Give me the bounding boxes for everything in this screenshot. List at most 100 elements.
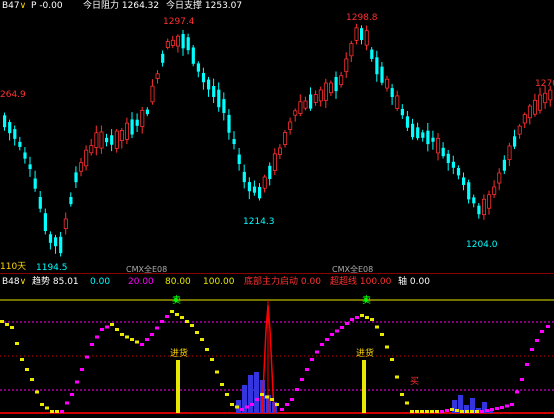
trend-step	[255, 398, 259, 401]
buy-signal: 买	[410, 377, 420, 387]
trend-step	[160, 320, 164, 323]
trend-step	[0, 320, 4, 323]
trend-step	[10, 326, 14, 329]
trend-step	[125, 335, 129, 339]
volume-bar	[254, 372, 259, 413]
support-label: 今日支撑	[166, 1, 203, 11]
overbought-readout: 超超线 100.00	[330, 277, 391, 289]
indicator-chart[interactable]	[0, 0, 554, 418]
trend-step	[30, 378, 34, 381]
trend-step	[55, 410, 59, 413]
trend-step	[70, 393, 74, 396]
bottom-readout: 底部主力启动 0.00	[244, 277, 321, 289]
signal-bar	[176, 360, 180, 413]
trend-step	[140, 343, 144, 346]
days-label: 110天	[0, 262, 27, 272]
p-value: -0.00	[39, 1, 63, 11]
overbought-value: 100.00	[359, 277, 392, 287]
trend-step	[400, 393, 404, 396]
trend-step	[325, 338, 329, 341]
trend-value: 85.01	[52, 277, 79, 287]
trend-step	[295, 388, 299, 391]
trend-step	[120, 333, 124, 336]
trend-step	[75, 380, 79, 384]
trend-step	[440, 410, 444, 413]
trend-step	[475, 410, 479, 413]
trend-step	[415, 410, 419, 413]
trend-step	[525, 363, 529, 366]
trend-step	[285, 403, 289, 406]
trend-step	[135, 340, 139, 344]
trend-step	[195, 331, 199, 334]
panel-id-label: B47	[2, 1, 20, 11]
trend-label: 趋势	[32, 277, 51, 287]
trend-step	[210, 358, 214, 361]
trend-step	[215, 370, 219, 374]
trend-step	[90, 343, 94, 346]
trend-step	[535, 339, 539, 342]
trend-step	[65, 401, 69, 405]
trend-step	[405, 401, 409, 405]
trend-step	[510, 403, 514, 406]
trend-step	[15, 342, 19, 345]
price-label-low-mid: 1214.3	[243, 217, 275, 227]
trend-step	[245, 405, 249, 409]
trend-step	[145, 338, 149, 341]
p-readout: P -0.00	[31, 1, 63, 12]
trend-step	[165, 315, 169, 318]
trend-step	[85, 355, 89, 359]
trend-step	[20, 358, 24, 361]
axis-readout: 轴 0.00	[398, 277, 430, 289]
axis-value: 0.00	[409, 277, 430, 287]
price-label-left-edge: 264.9	[0, 90, 26, 100]
trend-step	[485, 409, 489, 412]
price-panel-id[interactable]: B47∨	[2, 1, 26, 12]
trend-step	[450, 408, 454, 411]
trend-step	[460, 410, 464, 413]
value-4: 100.00	[203, 277, 235, 287]
trend-step	[175, 313, 179, 316]
trend-step	[200, 338, 204, 341]
trend-step	[540, 330, 544, 333]
trend-step	[546, 325, 550, 328]
indicator-id-label: B48	[2, 277, 20, 287]
signal-bar	[362, 360, 366, 413]
trend-step	[355, 316, 359, 319]
support-value: 1253.07	[204, 1, 243, 11]
trend-step	[435, 410, 439, 413]
trend-step	[250, 403, 254, 406]
trend-step	[35, 390, 39, 394]
trend-step	[515, 390, 519, 394]
trend-step	[410, 410, 414, 413]
chart-stage[interactable]: B47∨ P -0.00 今日阻力 1264.32 今日支撑 1253.07 1…	[0, 0, 554, 418]
trend-step	[365, 316, 369, 319]
price-label-low-right: 1204.0	[466, 240, 498, 250]
chevron-down-icon[interactable]: ∨	[20, 1, 27, 11]
price-label-high2: 1298.8	[346, 13, 378, 23]
indicator-panel-id[interactable]: B48∨	[2, 277, 26, 289]
trend-step	[500, 406, 504, 409]
panel-separator[interactable]	[0, 273, 554, 274]
trend-step	[50, 410, 54, 413]
trend-step	[505, 404, 509, 408]
trend-step	[275, 403, 279, 406]
trend-step	[185, 320, 189, 323]
trend-step	[360, 314, 364, 317]
trend-step	[345, 322, 349, 325]
trend-step	[530, 348, 534, 351]
trend-step	[490, 408, 494, 411]
trend-step	[370, 318, 374, 321]
trend-step	[290, 398, 294, 401]
trend-step	[420, 410, 424, 413]
trend-step	[495, 407, 499, 410]
chevron-down-icon[interactable]: ∨	[20, 277, 27, 287]
value-3: 80.00	[165, 277, 191, 287]
trend-step	[350, 318, 354, 321]
trend-step	[60, 410, 64, 413]
trend-step	[265, 395, 269, 399]
trend-step	[235, 405, 239, 409]
trend-step	[380, 333, 384, 336]
bottom-label: 底部主力启动	[244, 277, 299, 287]
trend-step	[105, 325, 109, 329]
trend-step	[385, 345, 389, 349]
